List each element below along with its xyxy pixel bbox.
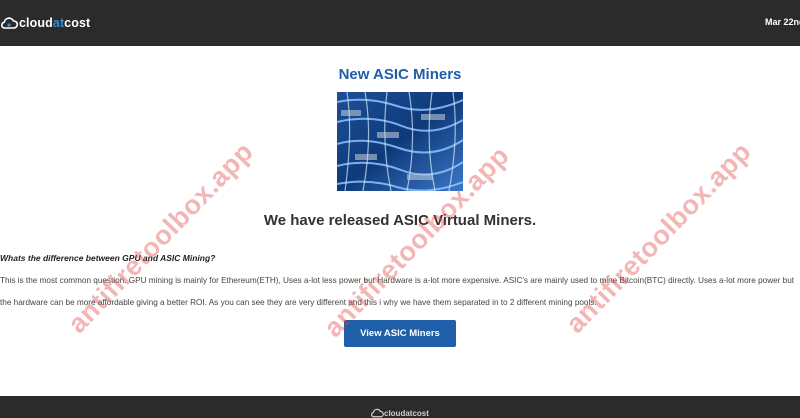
page-title: New ASIC Miners — [338, 66, 462, 83]
header-date: Mar 22nd, 2 — [765, 17, 800, 27]
top-header: cloudatcost Mar 22nd, 2 — [0, 0, 800, 46]
view-asic-miners-button[interactable]: View ASIC Miners — [344, 320, 456, 347]
cloud-icon — [1, 17, 18, 29]
announcement-heading: We have released ASIC Virtual Miners. — [263, 212, 537, 229]
footer-logo[interactable]: cloudatcost — [370, 407, 429, 418]
footer-brand-name: cloudatcost — [384, 408, 429, 418]
faq-answer: This is the most common question. GPU mi… — [0, 276, 795, 307]
footer: cloudatcost — [0, 396, 800, 418]
asic-miners-image — [337, 92, 463, 191]
faq-question: Whats the difference between GPU and ASI… — [0, 253, 216, 263]
brand-name: cloudatcost — [19, 16, 91, 30]
brand-logo[interactable]: cloudatcost — [0, 13, 90, 33]
cloud-icon — [371, 408, 384, 418]
